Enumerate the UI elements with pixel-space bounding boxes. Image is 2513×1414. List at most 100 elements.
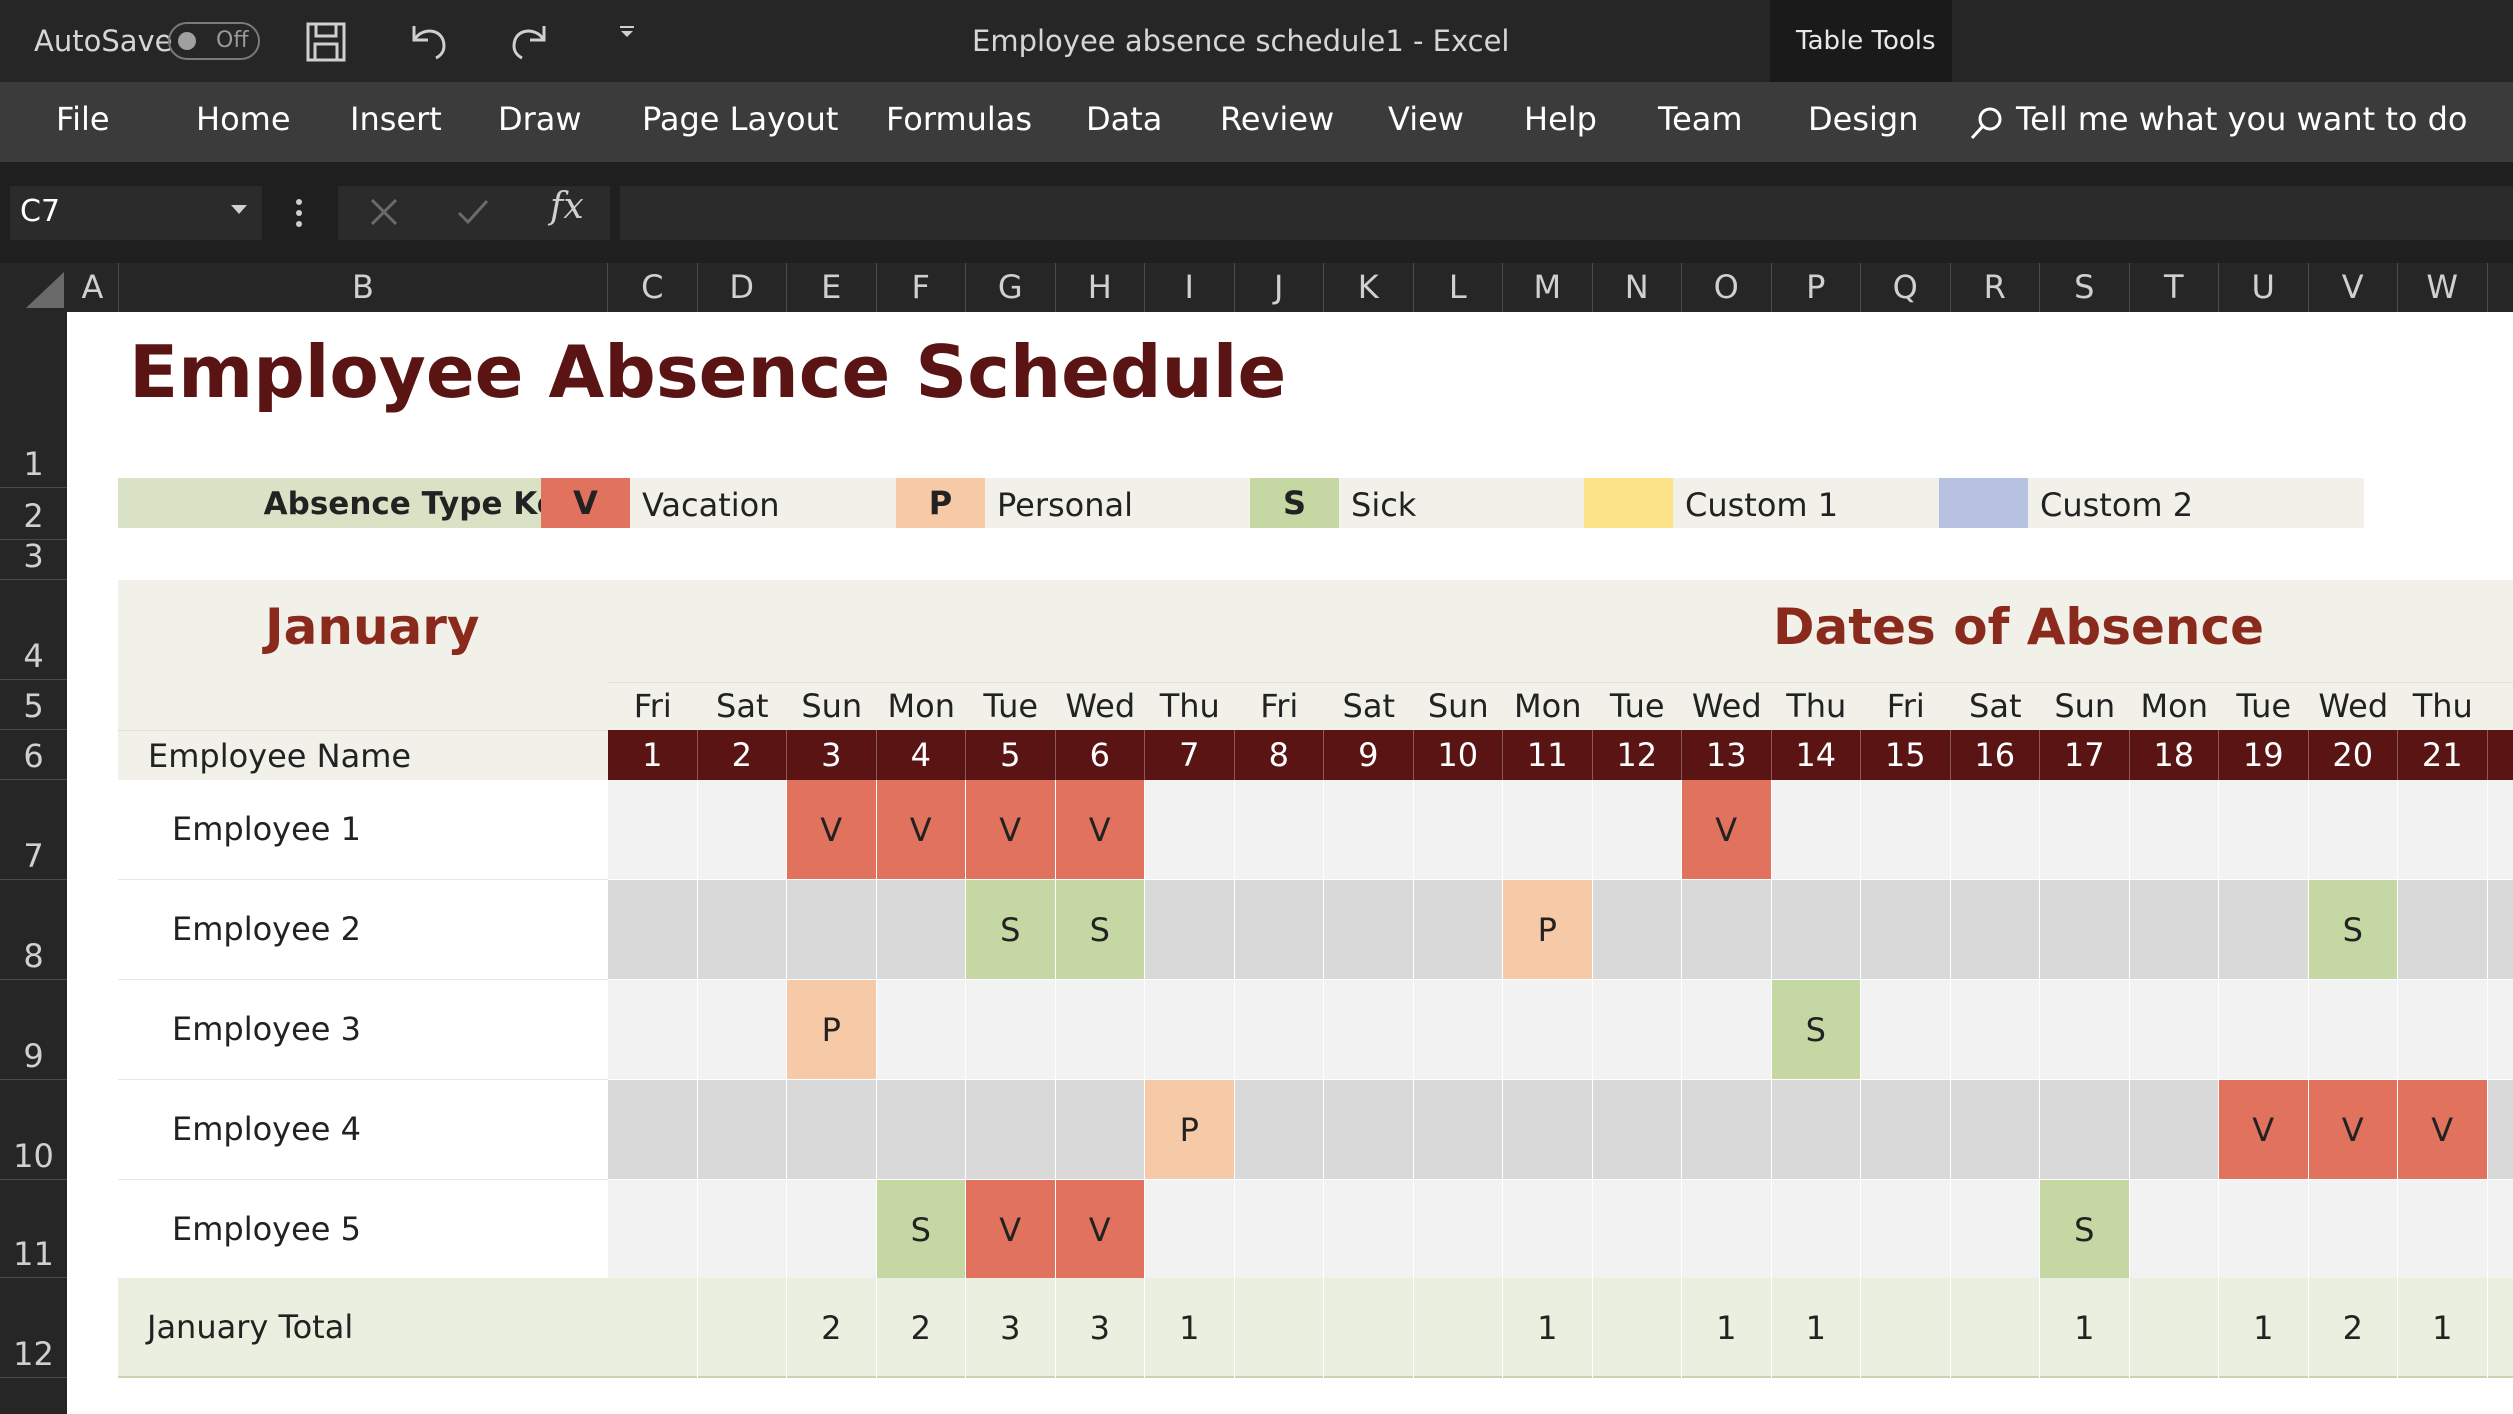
total-cell[interactable]: 1 xyxy=(1145,1278,1235,1378)
absence-cell[interactable]: V xyxy=(1055,1180,1145,1280)
column-header-t[interactable]: T xyxy=(2130,263,2219,312)
day-number-21[interactable]: 21 xyxy=(2398,730,2488,780)
absence-cell[interactable]: S xyxy=(2040,1180,2130,1280)
absence-cell[interactable] xyxy=(608,780,698,880)
day-number-16[interactable]: 16 xyxy=(1950,730,2040,780)
absence-cell[interactable]: S xyxy=(1771,980,1861,1080)
absence-cell[interactable] xyxy=(1950,780,2040,880)
key-swatch-2[interactable]: P xyxy=(896,478,985,528)
absence-cell[interactable] xyxy=(1324,1080,1414,1180)
more-options-icon[interactable] xyxy=(294,196,304,230)
day-number-20[interactable]: 20 xyxy=(2308,730,2398,780)
total-cell[interactable]: 1 xyxy=(2219,1278,2309,1378)
day-number-8[interactable]: 8 xyxy=(1234,730,1324,780)
employee-name-cell[interactable]: Employee 5 xyxy=(118,1180,608,1280)
absence-cell[interactable]: P xyxy=(787,980,877,1080)
absence-cell[interactable] xyxy=(787,1080,877,1180)
absence-cell[interactable] xyxy=(697,1180,787,1280)
day-number-13[interactable]: 13 xyxy=(1682,730,1772,780)
row-header-7[interactable]: 7 xyxy=(0,780,67,880)
name-box[interactable]: C7 xyxy=(10,186,262,240)
absence-cell[interactable] xyxy=(1145,780,1235,880)
absence-cell[interactable] xyxy=(1234,980,1324,1080)
column-header-a[interactable]: A xyxy=(67,263,119,312)
column-header-d[interactable]: D xyxy=(698,263,787,312)
column-header-i[interactable]: I xyxy=(1145,263,1235,312)
absence-cell[interactable]: V xyxy=(2398,1080,2488,1180)
absence-cell[interactable] xyxy=(1413,1180,1503,1280)
cancel-icon[interactable] xyxy=(368,196,400,228)
absence-cell[interactable] xyxy=(1324,880,1414,980)
key-swatch-3[interactable]: S xyxy=(1250,478,1339,528)
absence-cell[interactable]: S xyxy=(966,880,1056,980)
absence-cell[interactable] xyxy=(1413,980,1503,1080)
absence-cell[interactable]: V xyxy=(1055,780,1145,880)
total-cell[interactable]: 3 xyxy=(966,1278,1056,1378)
absence-cell[interactable] xyxy=(876,1080,966,1180)
absence-cell[interactable] xyxy=(1771,880,1861,980)
day-number-19[interactable]: 19 xyxy=(2219,730,2309,780)
row-header-2[interactable]: 2 xyxy=(0,488,67,540)
absence-cell[interactable] xyxy=(2398,980,2488,1080)
absence-cell[interactable]: S xyxy=(1055,880,1145,980)
employee-name-cell[interactable]: Employee 3 xyxy=(118,980,608,1080)
select-all-icon[interactable] xyxy=(26,272,64,308)
total-cell[interactable]: 1 xyxy=(2040,1278,2130,1378)
column-header-o[interactable]: O xyxy=(1682,263,1772,312)
row-header-3[interactable]: 3 xyxy=(0,537,67,580)
total-cell[interactable]: 2 xyxy=(2309,1278,2398,1378)
row-header-11[interactable]: 11 xyxy=(0,1180,67,1278)
key-swatch-4[interactable] xyxy=(1584,478,1673,528)
name-header-cell[interactable]: Employee Name xyxy=(118,730,608,780)
employee-name-cell[interactable]: Employee 4 xyxy=(118,1080,608,1180)
absence-cell[interactable] xyxy=(1950,880,2040,980)
total-cell[interactable]: 3 xyxy=(1056,1278,1145,1378)
insert-function-icon[interactable]: fx xyxy=(550,186,584,227)
column-header-b[interactable]: B xyxy=(119,263,608,312)
absence-cell[interactable] xyxy=(1592,880,1682,980)
tell-me-search[interactable]: Tell me what you want to do xyxy=(2016,100,2468,138)
column-header-e[interactable]: E xyxy=(787,263,877,312)
day-number-1[interactable]: 1 xyxy=(608,730,698,780)
absence-cell[interactable] xyxy=(1413,780,1503,880)
absence-cell[interactable] xyxy=(787,880,877,980)
absence-cell[interactable] xyxy=(1324,780,1414,880)
day-number-22[interactable]: 2 xyxy=(2487,730,2513,780)
day-number-10[interactable]: 10 xyxy=(1413,730,1503,780)
key-label-cell[interactable]: Absence Type Key xyxy=(118,478,608,528)
absence-cell[interactable] xyxy=(2487,780,2513,880)
column-header-s[interactable]: S xyxy=(2040,263,2130,312)
key-swatch-1[interactable]: V xyxy=(541,478,630,528)
tab-review[interactable]: Review xyxy=(1220,100,1334,138)
absence-cell[interactable] xyxy=(697,1080,787,1180)
absence-cell[interactable]: V xyxy=(966,780,1056,880)
absence-cell[interactable] xyxy=(2487,1080,2513,1180)
column-header-g[interactable]: G xyxy=(966,263,1056,312)
column-header-p[interactable]: P xyxy=(1772,263,1861,312)
total-cell[interactable] xyxy=(2488,1278,2513,1378)
absence-cell[interactable] xyxy=(697,880,787,980)
row-header-4[interactable]: 4 xyxy=(0,580,67,680)
column-header-v[interactable]: V xyxy=(2309,263,2398,312)
tab-home[interactable]: Home xyxy=(196,100,291,138)
total-cell[interactable]: 1 xyxy=(1682,1278,1772,1378)
absence-cell[interactable] xyxy=(697,780,787,880)
tab-formulas[interactable]: Formulas xyxy=(886,100,1032,138)
absence-cell[interactable] xyxy=(1950,980,2040,1080)
row-header-9[interactable]: 9 xyxy=(0,980,67,1080)
total-cell[interactable]: 2 xyxy=(787,1278,877,1378)
absence-cell[interactable] xyxy=(876,980,966,1080)
total-cell[interactable]: 2 xyxy=(877,1278,966,1378)
absence-cell[interactable] xyxy=(2040,780,2130,880)
absence-cell[interactable] xyxy=(2040,880,2130,980)
day-number-3[interactable]: 3 xyxy=(787,730,877,780)
day-number-2[interactable]: 2 xyxy=(697,730,787,780)
absence-cell[interactable] xyxy=(608,1080,698,1180)
column-header-n[interactable]: N xyxy=(1593,263,1682,312)
column-header-c[interactable]: C xyxy=(608,263,698,312)
absence-cell[interactable] xyxy=(2219,1180,2309,1280)
absence-cell[interactable] xyxy=(2129,780,2219,880)
absence-cell[interactable] xyxy=(1503,1180,1593,1280)
absence-cell[interactable] xyxy=(2129,880,2219,980)
tab-help[interactable]: Help xyxy=(1524,100,1597,138)
